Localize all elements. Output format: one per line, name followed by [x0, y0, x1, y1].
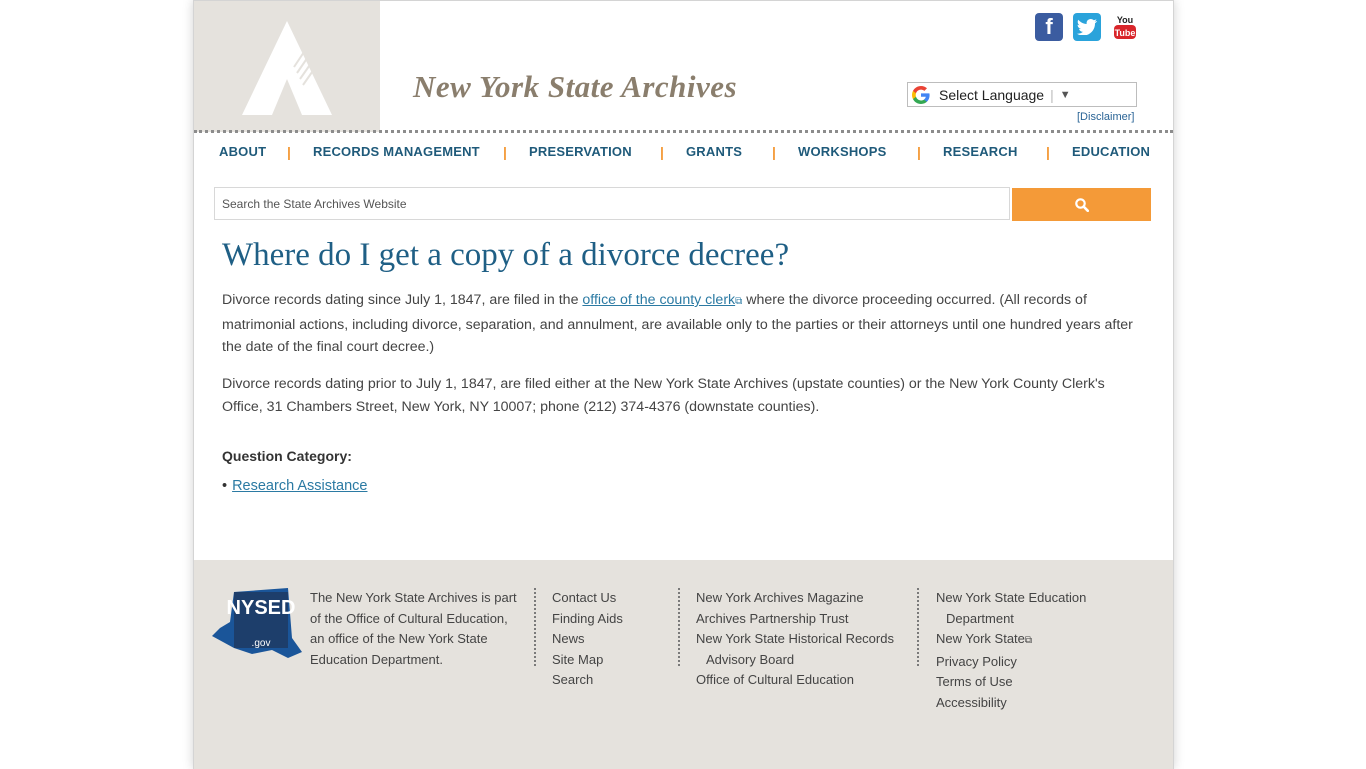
footer-link-education-dept[interactable]: New York State Education — [936, 588, 1086, 609]
footer-link-advisory-board[interactable]: Advisory Board — [696, 650, 894, 671]
footer: NYSED .gov The New York State Archives i… — [194, 560, 1173, 769]
svg-text:You: You — [1117, 15, 1133, 25]
nav-grants[interactable]: GRANTS — [686, 144, 742, 159]
answer-paragraph-2: Divorce records dating prior to July 1, … — [222, 376, 1105, 415]
answer-paragraph-1: Divorce records dating since July 1, 184… — [222, 292, 1133, 355]
nav-preservation[interactable]: PRESERVATION — [529, 144, 632, 159]
county-clerk-link[interactable]: office of the county clerk — [582, 292, 735, 308]
category-link-research-assistance[interactable]: Research Assistance — [232, 478, 367, 494]
header-divider — [194, 130, 1173, 133]
archives-logo-icon — [242, 21, 332, 115]
footer-link-new-york-state[interactable]: New York State⧉ — [936, 629, 1086, 652]
search-input[interactable]: Search the State Archives Website — [214, 187, 1010, 220]
youtube-icon[interactable]: You Tube — [1111, 13, 1139, 41]
site-title[interactable]: New York State Archives — [413, 69, 737, 105]
disclaimer-link[interactable]: [Disclaimer] — [1077, 111, 1134, 123]
nav-research[interactable]: RESEARCH — [943, 144, 1018, 159]
page-title: Where do I get a copy of a divorce decre… — [222, 237, 790, 273]
search-button[interactable] — [1012, 188, 1151, 221]
footer-about: The New York State Archives is part of t… — [310, 590, 517, 667]
facebook-icon[interactable]: f — [1035, 13, 1063, 41]
footer-link-contact-us[interactable]: Contact Us — [552, 588, 623, 609]
language-select[interactable]: Select Language | ▼ — [907, 82, 1137, 107]
nav-about[interactable]: ABOUT — [219, 144, 266, 159]
footer-link-news[interactable]: News — [552, 629, 623, 650]
language-select-label: Select Language — [939, 86, 1045, 103]
page-container: New York State Archives f You Tube Selec… — [193, 0, 1174, 769]
dropdown-arrow-icon: ▼ — [1059, 88, 1071, 101]
category-list: • Research Assistance — [222, 478, 367, 494]
footer-link-department[interactable]: Department — [936, 609, 1086, 630]
footer-link-finding-aids[interactable]: Finding Aids — [552, 609, 623, 630]
nav-education[interactable]: EDUCATION — [1072, 144, 1150, 159]
nav-workshops[interactable]: WORKSHOPS — [798, 144, 886, 159]
main-nav: ABOUT | RECORDS MANAGEMENT | PRESERVATIO… — [219, 144, 1151, 160]
nysed-logo-sub: .gov — [252, 638, 271, 649]
question-category-label: Question Category: — [222, 448, 352, 464]
nysed-logo[interactable]: NYSED .gov — [212, 588, 304, 662]
footer-link-archives-magazine[interactable]: New York Archives Magazine — [696, 588, 894, 609]
footer-col-3: New York State Education Department New … — [936, 588, 1086, 714]
footer-col-2: New York Archives Magazine Archives Part… — [696, 588, 894, 691]
archives-logo[interactable] — [194, 1, 380, 132]
footer-link-partnership-trust[interactable]: Archives Partnership Trust — [696, 609, 894, 630]
external-link-icon: ⧉ — [1024, 635, 1033, 647]
footer-link-privacy-policy[interactable]: Privacy Policy — [936, 652, 1086, 673]
twitter-icon[interactable] — [1073, 13, 1101, 41]
footer-link-accessibility[interactable]: Accessibility — [936, 693, 1086, 714]
footer-link-historical-records[interactable]: New York State Historical Records — [696, 629, 894, 650]
footer-link-terms-of-use[interactable]: Terms of Use — [936, 672, 1086, 693]
nav-records-management[interactable]: RECORDS MANAGEMENT — [313, 144, 480, 159]
svg-text:Tube: Tube — [1115, 28, 1136, 38]
footer-link-site-map[interactable]: Site Map — [552, 650, 623, 671]
google-icon — [912, 85, 930, 104]
bullet: • — [222, 478, 228, 494]
nysed-logo-text: NYSED — [227, 597, 296, 619]
search-icon — [1074, 197, 1089, 212]
footer-link-search[interactable]: Search — [552, 670, 623, 691]
footer-link-office-cultural-education[interactable]: Office of Cultural Education — [696, 670, 894, 691]
footer-col-1: Contact Us Finding Aids News Site Map Se… — [552, 588, 623, 691]
